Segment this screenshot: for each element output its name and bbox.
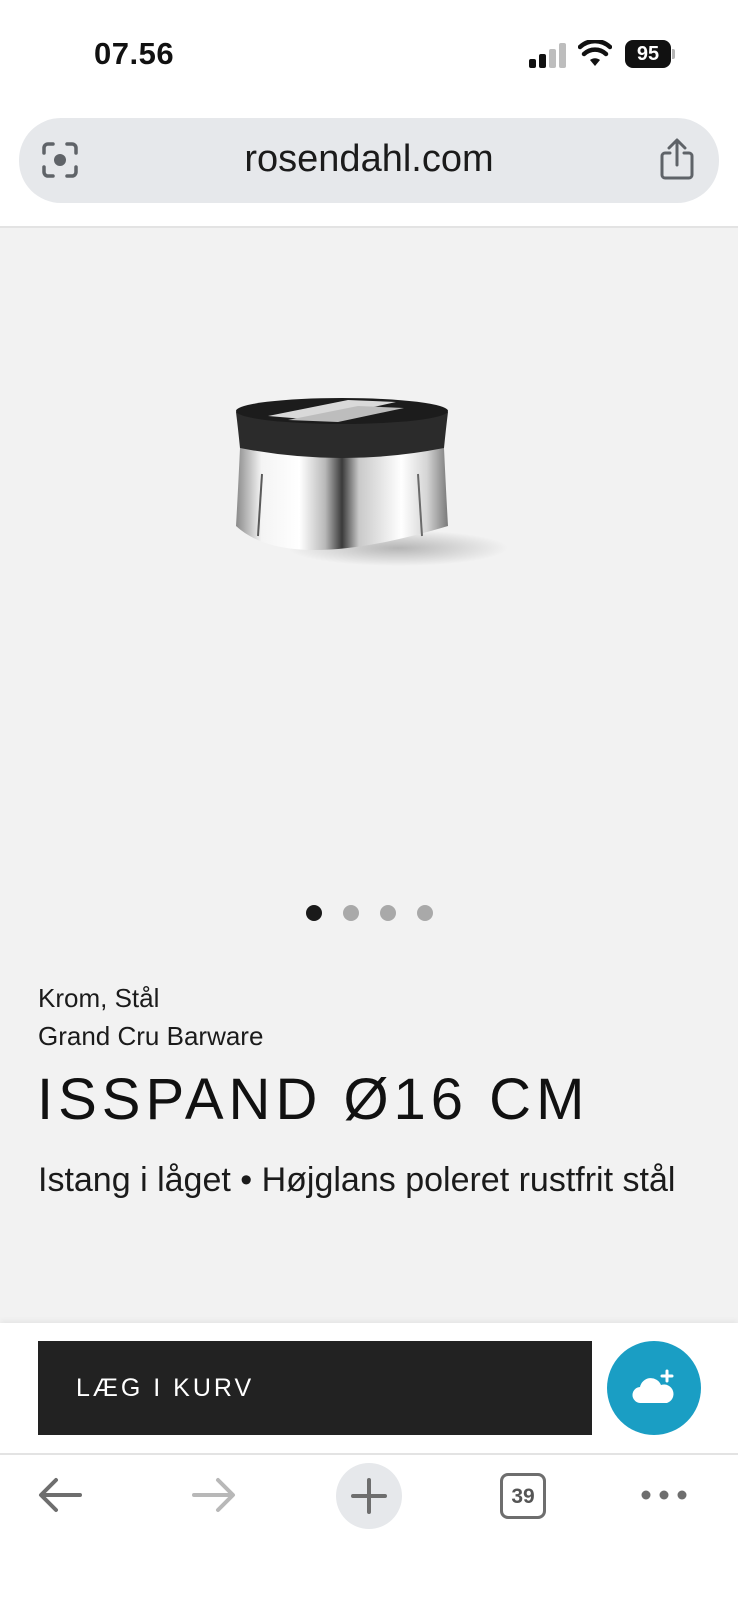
share-icon[interactable] <box>659 138 695 180</box>
carousel-dot[interactable] <box>342 905 359 921</box>
signal-icon <box>529 42 567 68</box>
image-carousel-indicator <box>0 905 738 925</box>
lens-icon[interactable] <box>41 141 79 179</box>
product-collection: Grand Cru Barware <box>38 1021 264 1051</box>
address-bar[interactable]: rosendahl.com <box>19 118 719 203</box>
forward-button[interactable] <box>182 1455 246 1535</box>
battery-cap <box>672 49 675 59</box>
status-bar: 07.56 95 <box>0 0 738 110</box>
carousel-dot[interactable] <box>379 905 396 921</box>
cloud-plus-icon <box>632 1369 674 1404</box>
forward-arrow-icon <box>192 1478 235 1512</box>
product-title: ISSPAND Ø16 CM <box>37 1067 590 1132</box>
product-image[interactable] <box>228 396 528 596</box>
product-page: Krom, Stål Grand Cru Barware ISSPAND Ø16… <box>0 228 738 1323</box>
carousel-dot[interactable] <box>305 905 322 921</box>
product-features: Istang i låget • Højglans poleret rustfr… <box>38 1161 676 1199</box>
tab-switcher-button[interactable]: 39 <box>500 1473 546 1519</box>
product-material: Krom, Stål <box>38 983 160 1013</box>
wifi-icon <box>578 40 612 66</box>
browser-toolbar: 39 <box>0 1455 738 1600</box>
more-button[interactable] <box>636 1455 692 1535</box>
battery-level: 95 <box>625 40 671 68</box>
cart-bar: LÆG I KURV <box>0 1323 738 1453</box>
add-to-cart-button[interactable]: LÆG I KURV <box>38 1341 592 1435</box>
new-tab-button[interactable] <box>336 1463 402 1529</box>
carousel-dot[interactable] <box>416 905 433 921</box>
back-button[interactable] <box>28 1455 92 1535</box>
back-arrow-icon <box>39 1478 82 1512</box>
status-time: 07.56 <box>94 36 175 71</box>
cloud-plus-button[interactable] <box>607 1341 701 1435</box>
more-icon <box>641 1490 687 1500</box>
url-text[interactable]: rosendahl.com <box>119 138 619 181</box>
plus-icon <box>351 1478 387 1514</box>
battery-indicator: 95 <box>625 40 675 68</box>
